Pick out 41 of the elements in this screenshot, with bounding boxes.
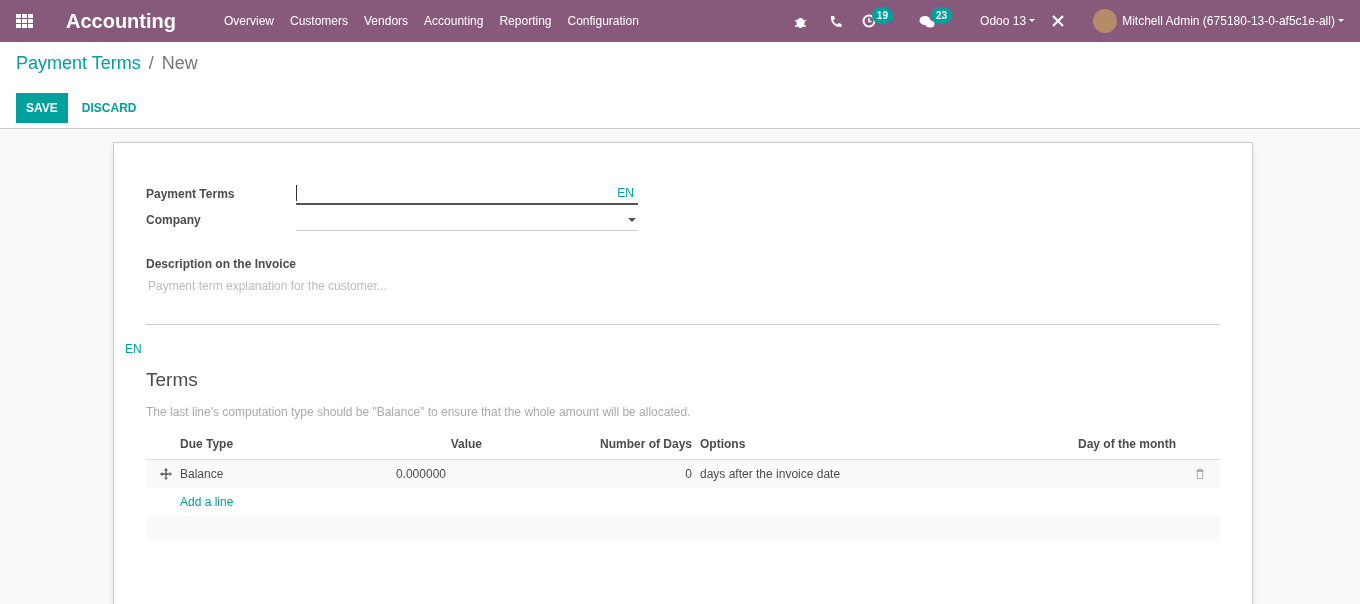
payment-terms-input[interactable]: EN xyxy=(296,183,638,205)
table-cell: 0 xyxy=(685,466,692,481)
column-header: Number of Days xyxy=(486,428,696,459)
user-menu-dropdown[interactable]: Mitchell Admin (675180-13-0-af5c1e-all) xyxy=(1122,12,1344,30)
caret-icon xyxy=(628,217,636,222)
column-header: Options xyxy=(696,428,950,459)
avatar-placeholder xyxy=(1093,9,1118,33)
breadcrumb-current: New xyxy=(161,52,198,75)
menu-item[interactable]: Configuration xyxy=(567,12,639,30)
breadcrumb-separator: / xyxy=(148,52,154,75)
language-link[interactable]: EN xyxy=(125,340,142,358)
language-link[interactable]: EN xyxy=(617,184,634,202)
discard-button[interactable]: DISCARD xyxy=(71,93,147,123)
menu-item[interactable]: Customers xyxy=(290,12,349,30)
activity-count-badge: 19 xyxy=(871,6,893,24)
add-line-link[interactable]: Add a line xyxy=(180,494,234,509)
help-text: The last line's computation type should be "Balance" to ensure that the whole amount will be allocated. xyxy=(146,403,692,421)
save-button[interactable]: SAVE xyxy=(16,93,68,123)
database-dropdown[interactable]: Odoo 13 xyxy=(980,12,1036,30)
field-label: Payment Terms xyxy=(146,186,236,203)
menu-item[interactable]: Overview xyxy=(224,12,274,30)
column-header: Value xyxy=(346,428,486,459)
column-header: Day of the month xyxy=(950,428,1180,459)
app-title: Accounting xyxy=(66,9,176,34)
menu-item[interactable]: Vendors xyxy=(364,12,409,30)
menu-item[interactable]: Reporting xyxy=(499,12,552,30)
message-count-badge: 23 xyxy=(930,6,953,24)
column-header: Due Type xyxy=(176,428,346,459)
apps-menu-icon[interactable] xyxy=(16,14,33,28)
clock-icon[interactable] xyxy=(861,14,876,28)
table-cell: Balance xyxy=(180,466,224,481)
section-title: Terms xyxy=(146,368,199,392)
field-label: Company xyxy=(146,212,202,229)
table-cell: 0.000000 xyxy=(395,466,446,481)
table-cell: days after the invoice date xyxy=(700,466,841,481)
field-label: Description on the Invoice xyxy=(146,256,298,273)
breadcrumb-link[interactable]: Payment Terms xyxy=(16,50,141,77)
chat-bubbles-icon[interactable] xyxy=(918,14,935,28)
move-handle-icon[interactable] xyxy=(160,468,172,481)
menu-item[interactable]: Accounting xyxy=(424,12,484,30)
phone-icon[interactable] xyxy=(828,14,842,28)
